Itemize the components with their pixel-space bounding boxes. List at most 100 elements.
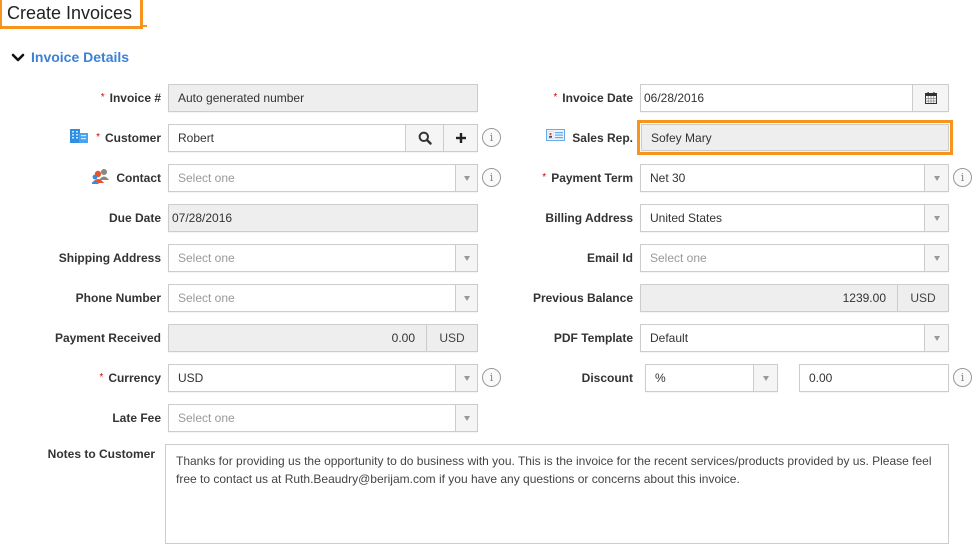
payment-received-label: Payment Received <box>54 331 161 345</box>
invoice-date-value[interactable]: 06/28/2016 <box>641 91 912 105</box>
sales-rep-label: Sales Rep. <box>572 131 633 145</box>
payment-term-dropdown-toggle[interactable] <box>924 165 948 191</box>
previous-balance-field[interactable]: 1239.00 USD <box>640 284 949 312</box>
customer-info-icon[interactable]: i <box>482 128 501 147</box>
phone-number-label: Phone Number <box>75 291 161 305</box>
shipping-address-dropdown-toggle[interactable] <box>455 245 477 271</box>
shipping-address-select[interactable]: Select one <box>168 244 478 272</box>
page-title-text: Create Invoices <box>7 3 133 23</box>
previous-balance-currency-addon: USD <box>897 285 948 311</box>
customer-field[interactable]: Robert <box>168 124 478 152</box>
previous-balance-value: 1239.00 <box>842 291 886 305</box>
email-id-select[interactable]: Select one <box>640 244 949 272</box>
customer-value[interactable]: Robert <box>169 131 405 145</box>
required-marker: * <box>553 92 558 103</box>
email-id-dropdown-toggle[interactable] <box>924 245 948 271</box>
phone-number-dropdown-toggle[interactable] <box>455 285 477 311</box>
invoice-number-value: Auto generated number <box>178 91 305 105</box>
currency-info-icon[interactable]: i <box>482 368 501 387</box>
currency-value: USD <box>178 371 204 385</box>
required-marker: * <box>100 92 105 103</box>
caret-down-icon <box>463 375 470 381</box>
notes-textarea[interactable]: Thanks for providing us the opportunity … <box>165 444 949 544</box>
late-fee-dropdown-toggle[interactable] <box>455 405 477 431</box>
caret-down-icon <box>463 295 470 301</box>
caret-down-icon <box>463 415 470 421</box>
currency-dropdown-toggle[interactable] <box>455 365 477 391</box>
info-glyph: i <box>960 371 965 384</box>
invoice-date-label: * Invoice Date <box>530 84 633 112</box>
search-icon <box>418 131 432 145</box>
contact-dropdown-toggle[interactable] <box>455 165 477 191</box>
pdf-template-value: Default <box>650 331 689 345</box>
chevron-down-icon[interactable] <box>10 49 26 65</box>
discount-amount-value[interactable]: 0.00 <box>800 371 948 385</box>
due-date-label: Due Date <box>108 211 161 225</box>
building-icon <box>70 129 88 143</box>
discount-type-select[interactable]: % <box>645 364 778 392</box>
billing-address-select[interactable]: United States <box>640 204 949 232</box>
info-glyph: i <box>960 171 965 184</box>
title-highlight-edge <box>143 25 147 27</box>
info-glyph: i <box>489 171 494 184</box>
section-title: Invoice Details <box>31 49 130 65</box>
late-fee-placeholder: Select one <box>178 411 235 425</box>
invoice-date-label-text: Invoice Date <box>562 91 633 105</box>
contact-info-icon[interactable]: i <box>482 168 501 187</box>
payment-received-field[interactable]: 0.00 USD <box>168 324 478 352</box>
customer-label-text: Customer <box>104 131 161 145</box>
late-fee-select[interactable]: Select one <box>168 404 478 432</box>
customer-add-button[interactable] <box>443 125 477 151</box>
info-glyph: i <box>489 131 494 144</box>
invoice-date-calendar-button[interactable] <box>912 85 948 111</box>
customer-search-button[interactable] <box>405 125 443 151</box>
payment-term-info-icon[interactable]: i <box>953 168 972 187</box>
pdf-template-select[interactable]: Default <box>640 324 949 352</box>
discount-amount-input[interactable]: 0.00 <box>799 364 949 392</box>
payment-term-select[interactable]: Net 30 <box>640 164 949 192</box>
billing-address-dropdown-toggle[interactable] <box>924 205 948 231</box>
pdf-template-label: PDF Template <box>553 331 633 345</box>
sales-rep-field[interactable]: Sofey Mary <box>641 124 949 151</box>
currency-select[interactable]: USD <box>168 364 478 392</box>
currency-code: USD <box>910 291 936 305</box>
discount-info-icon[interactable]: i <box>953 368 972 387</box>
discount-type-dropdown-toggle[interactable] <box>753 365 777 391</box>
caret-down-icon <box>933 175 940 181</box>
pdf-template-dropdown-toggle[interactable] <box>924 325 948 351</box>
discount-type-value: % <box>655 371 666 385</box>
caret-down-icon <box>933 335 940 341</box>
payment-term-label: * Payment Term <box>530 164 633 192</box>
invoice-number-label-text: Invoice # <box>109 91 161 105</box>
email-id-label: Email Id <box>586 251 633 265</box>
shipping-address-placeholder: Select one <box>178 251 235 265</box>
currency-code: USD <box>439 331 465 345</box>
billing-address-label: Billing Address <box>545 211 633 225</box>
contact-select[interactable]: Select one <box>168 164 478 192</box>
notes-value: Thanks for providing us the opportunity … <box>176 454 932 486</box>
section-header-invoice-details[interactable]: Invoice Details <box>10 47 129 67</box>
required-marker: * <box>99 372 104 383</box>
invoice-date-field[interactable]: 06/28/2016 <box>640 84 949 112</box>
due-date-field[interactable]: 07/28/2016 <box>168 204 478 232</box>
previous-balance-label: Previous Balance <box>532 291 633 305</box>
invoice-number-field[interactable]: Auto generated number <box>168 84 478 112</box>
due-date-value: 07/28/2016 <box>172 211 233 225</box>
phone-number-placeholder: Select one <box>178 291 235 305</box>
currency-label-text: Currency <box>108 371 161 385</box>
discount-label: Discount <box>581 371 633 385</box>
contacts-icon <box>92 169 109 184</box>
phone-number-select[interactable]: Select one <box>168 284 478 312</box>
contact-placeholder: Select one <box>178 171 235 185</box>
customer-label: * Customer <box>90 124 161 152</box>
currency-label: * Currency <box>60 364 161 392</box>
email-id-placeholder: Select one <box>650 251 707 265</box>
contact-label: Contact <box>116 171 161 185</box>
caret-down-icon <box>933 255 940 261</box>
caret-down-icon <box>762 375 769 381</box>
billing-address-value: United States <box>650 211 723 225</box>
caret-down-icon <box>933 215 940 221</box>
sales-rep-value: Sofey Mary <box>651 130 712 145</box>
id-card-icon <box>546 129 565 141</box>
payment-term-value: Net 30 <box>650 171 686 185</box>
